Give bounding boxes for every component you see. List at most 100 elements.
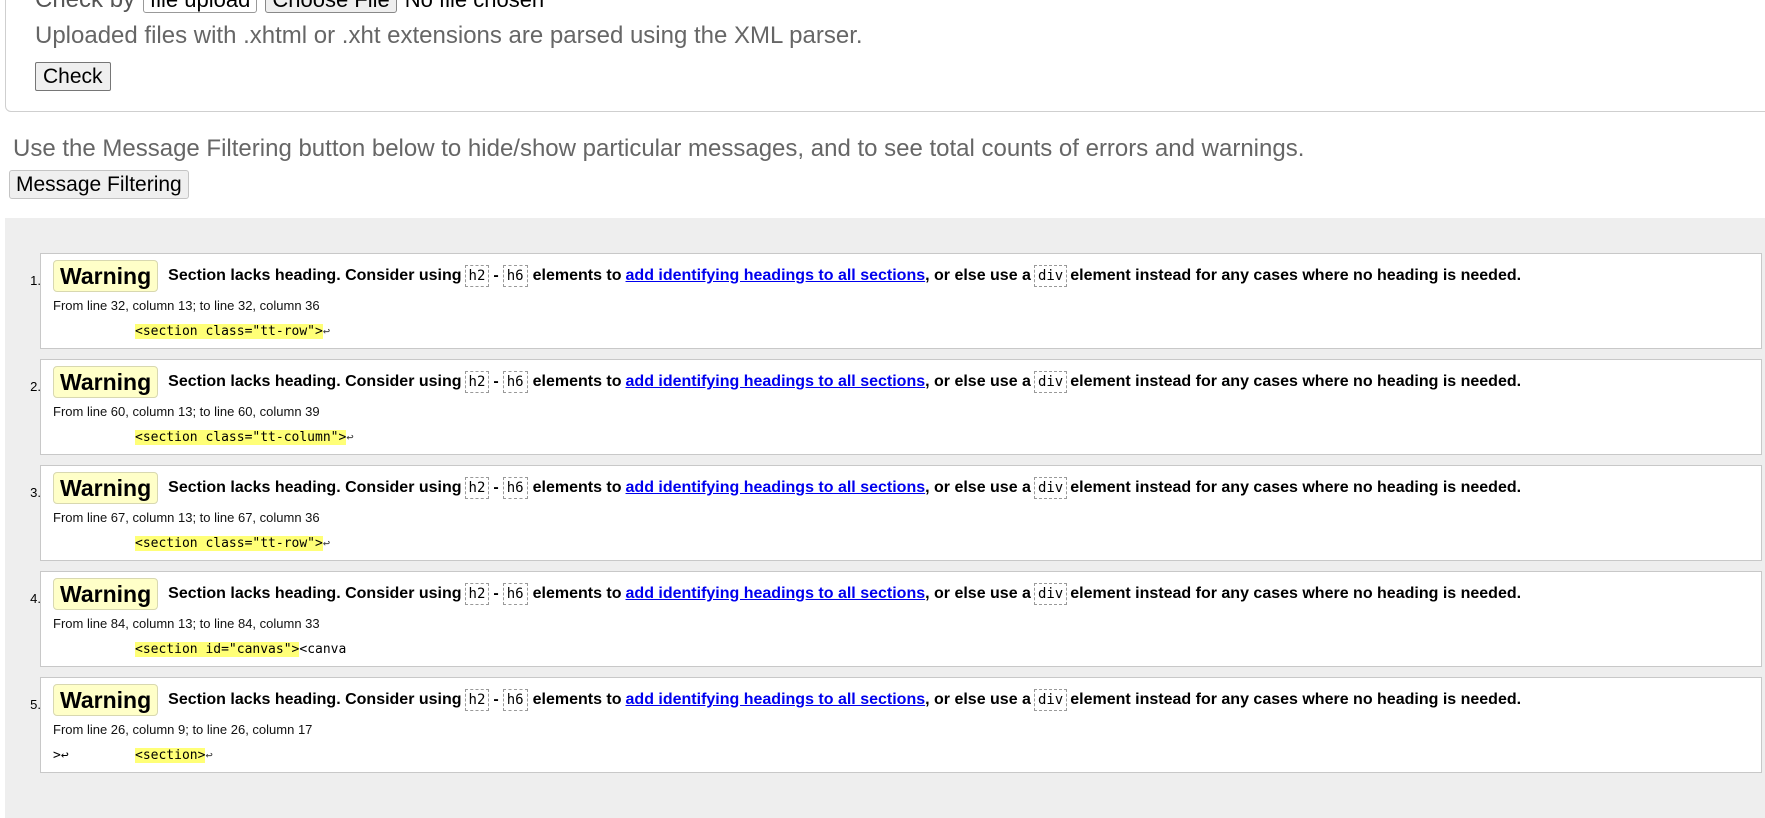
code-extract: <section class="tt-row">↩ <box>53 324 330 339</box>
choose-file-button[interactable]: Choose File <box>265 0 397 13</box>
warning-badge: Warning <box>53 684 159 716</box>
message-item: 5. Warning Section lacks heading. Consid… <box>5 677 1765 773</box>
code-dash: - <box>493 585 499 602</box>
code-dash: - <box>493 691 499 708</box>
warning-badge: Warning <box>53 366 159 398</box>
code-h6: h6 <box>502 689 528 711</box>
message-text: Warning Section lacks heading. Consider … <box>53 684 1521 716</box>
code-h6: h6 <box>502 583 528 605</box>
message-suffix: element instead for any cases where no h… <box>1070 691 1522 708</box>
message-location: From line 67, column 13; to line 67, col… <box>53 510 320 525</box>
headings-help-link[interactable]: add identifying headings to all sections <box>626 479 926 497</box>
line-feed-marker: ↩ <box>322 324 331 338</box>
extract-highlight: <section> <box>135 748 206 763</box>
message-middle: elements to <box>532 267 622 284</box>
warning-badge: Warning <box>53 578 159 610</box>
headings-help-link[interactable]: add identifying headings to all sections <box>626 373 926 391</box>
warning-badge: Warning <box>53 260 159 292</box>
message-text: Warning Section lacks heading. Consider … <box>53 260 1521 292</box>
message-middle: elements to <box>532 373 622 390</box>
message-item: 1. Warning Section lacks heading. Consid… <box>5 253 1765 349</box>
message-list: 1. Warning Section lacks heading. Consid… <box>5 253 1765 783</box>
message-text: Warning Section lacks heading. Consider … <box>53 472 1521 504</box>
message-text: Warning Section lacks heading. Consider … <box>53 578 1521 610</box>
message-after-link: , or else use a <box>925 267 1031 284</box>
message-number: 4. <box>30 591 41 606</box>
code-h6: h6 <box>502 265 528 287</box>
check-by-label: Check by <box>35 0 135 14</box>
message-prefix: Section lacks heading. Consider using <box>168 585 462 602</box>
message-card: Warning Section lacks heading. Consider … <box>40 253 1762 349</box>
message-item: 2. Warning Section lacks heading. Consid… <box>5 359 1765 455</box>
code-h2: h2 <box>464 371 490 393</box>
extract-highlight: <section class="tt-column"> <box>135 430 347 445</box>
check-by-select[interactable]: file upload <box>143 0 258 13</box>
code-h2: h2 <box>464 265 490 287</box>
message-suffix: element instead for any cases where no h… <box>1070 479 1522 496</box>
code-h6: h6 <box>502 371 528 393</box>
message-card: Warning Section lacks heading. Consider … <box>40 571 1762 667</box>
check-form <box>5 0 1765 112</box>
message-location: From line 84, column 13; to line 84, col… <box>53 616 320 631</box>
message-number: 2. <box>30 379 41 394</box>
extract-highlight: <section class="tt-row"> <box>135 536 323 551</box>
code-div: div <box>1033 477 1068 499</box>
code-h2: h2 <box>464 689 490 711</box>
extract-pre: >↩ <box>53 748 69 763</box>
message-text: Warning Section lacks heading. Consider … <box>53 366 1521 398</box>
headings-help-link[interactable]: add identifying headings to all sections <box>626 585 926 603</box>
message-prefix: Section lacks heading. Consider using <box>168 691 462 708</box>
check-button[interactable]: Check <box>35 62 111 91</box>
message-after-link: , or else use a <box>925 373 1031 390</box>
code-dash: - <box>493 373 499 390</box>
message-number: 3. <box>30 485 41 500</box>
code-div: div <box>1033 583 1068 605</box>
message-item: 3. Warning Section lacks heading. Consid… <box>5 465 1765 561</box>
filter-note: Use the Message Filtering button below t… <box>13 135 1305 162</box>
upload-note: Uploaded files with .xhtml or .xht exten… <box>35 22 863 49</box>
code-extract: <section class="tt-column">↩ <box>53 430 354 445</box>
extract-highlight: <section id="canvas"> <box>135 642 300 657</box>
message-prefix: Section lacks heading. Consider using <box>168 267 462 284</box>
message-suffix: element instead for any cases where no h… <box>1070 373 1522 390</box>
line-feed-marker: ↩ <box>205 748 213 762</box>
message-number: 1. <box>30 273 41 288</box>
message-middle: elements to <box>532 585 622 602</box>
warning-badge: Warning <box>53 472 159 504</box>
no-file-text: No file chosen <box>405 0 544 13</box>
message-card: Warning Section lacks heading. Consider … <box>40 465 1762 561</box>
message-location: From line 26, column 9; to line 26, colu… <box>53 722 313 737</box>
message-card: Warning Section lacks heading. Consider … <box>40 677 1762 773</box>
extract-highlight: <section class="tt-row"> <box>135 324 323 339</box>
extract-post: <canva <box>299 642 347 657</box>
message-middle: elements to <box>532 479 622 496</box>
code-extract: <section class="tt-row">↩ <box>53 536 330 551</box>
message-after-link: , or else use a <box>925 479 1031 496</box>
code-extract: >↩ <section>↩ <box>53 748 213 763</box>
message-location: From line 32, column 13; to line 32, col… <box>53 298 320 313</box>
message-after-link: , or else use a <box>925 691 1031 708</box>
message-after-link: , or else use a <box>925 585 1031 602</box>
code-dash: - <box>493 479 499 496</box>
message-item: 4. Warning Section lacks heading. Consid… <box>5 571 1765 667</box>
code-div: div <box>1033 371 1068 393</box>
message-suffix: element instead for any cases where no h… <box>1070 585 1522 602</box>
line-feed-marker: ↩ <box>346 430 354 444</box>
check-by-row: Check by file upload Choose File No file… <box>35 0 544 14</box>
message-suffix: element instead for any cases where no h… <box>1070 267 1522 284</box>
message-location: From line 60, column 13; to line 60, col… <box>53 404 320 419</box>
code-h6: h6 <box>502 477 528 499</box>
code-h2: h2 <box>464 477 490 499</box>
message-middle: elements to <box>532 691 622 708</box>
line-feed-marker: ↩ <box>322 536 331 550</box>
message-filtering-button[interactable]: Message Filtering <box>9 170 189 199</box>
headings-help-link[interactable]: add identifying headings to all sections <box>626 691 926 709</box>
message-prefix: Section lacks heading. Consider using <box>168 373 462 390</box>
message-number: 5. <box>30 697 41 712</box>
message-card: Warning Section lacks heading. Consider … <box>40 359 1762 455</box>
code-extract: <section id="canvas"><canva <box>53 642 346 657</box>
headings-help-link[interactable]: add identifying headings to all sections <box>626 267 926 285</box>
code-div: div <box>1033 689 1068 711</box>
code-dash: - <box>493 267 499 284</box>
message-prefix: Section lacks heading. Consider using <box>168 479 462 496</box>
